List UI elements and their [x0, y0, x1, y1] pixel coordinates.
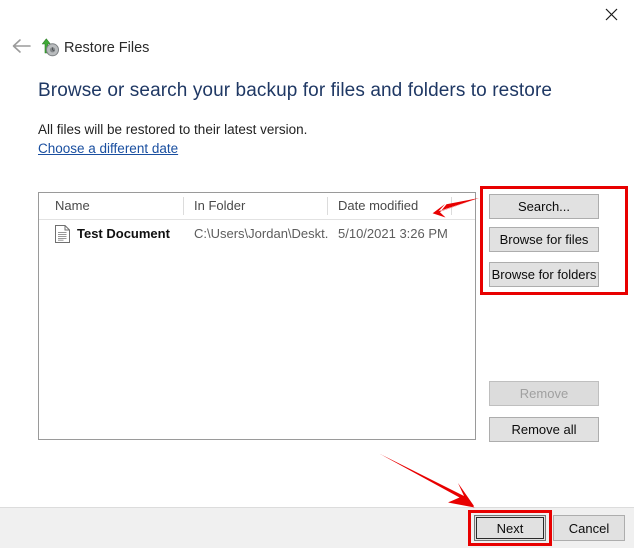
column-header-extra[interactable]: [451, 193, 475, 219]
search-button[interactable]: Search...: [489, 194, 599, 219]
navigation-row: Restore Files: [0, 33, 634, 63]
column-header-name[interactable]: Name: [39, 193, 183, 219]
column-divider: [451, 197, 452, 215]
choose-different-date-link[interactable]: Choose a different date: [38, 141, 178, 156]
column-header-date-modified[interactable]: Date modified: [327, 193, 451, 219]
browse-for-folders-button[interactable]: Browse for folders: [489, 262, 599, 287]
window-titlebar: [0, 0, 634, 28]
page-title: Browse or search your backup for files a…: [38, 80, 553, 101]
column-header-in-folder[interactable]: In Folder: [183, 193, 327, 219]
column-header-date-modified-label: Date modified: [338, 198, 419, 213]
cell-date-modified: 5/10/2021 3:26 PM: [338, 226, 448, 241]
remove-button: Remove: [489, 381, 599, 406]
column-divider: [183, 197, 184, 215]
remove-all-button[interactable]: Remove all: [489, 417, 599, 442]
close-icon: [605, 8, 618, 21]
column-header-name-label: Name: [55, 198, 90, 213]
cancel-button[interactable]: Cancel: [553, 515, 625, 541]
restore-files-icon: [38, 37, 60, 59]
table-row[interactable]: Test Document C:\Users\Jordan\Deskt... 5…: [39, 220, 475, 248]
back-arrow-icon: [11, 38, 31, 59]
column-header-in-folder-label: In Folder: [194, 198, 246, 213]
cell-file-name: Test Document: [77, 226, 170, 241]
app-title: Restore Files: [64, 40, 150, 56]
back-button[interactable]: [8, 36, 34, 60]
column-divider: [327, 197, 328, 215]
page-subtitle: All files will be restored to their late…: [38, 122, 308, 137]
browse-for-files-button[interactable]: Browse for files: [489, 227, 599, 252]
restore-file-list[interactable]: Name In Folder Date modified Test Docume…: [38, 192, 476, 440]
close-button[interactable]: [589, 0, 634, 28]
file-list-header: Name In Folder Date modified: [39, 193, 475, 220]
cell-in-folder: C:\Users\Jordan\Deskt...: [194, 226, 329, 241]
next-button[interactable]: Next: [474, 515, 546, 541]
